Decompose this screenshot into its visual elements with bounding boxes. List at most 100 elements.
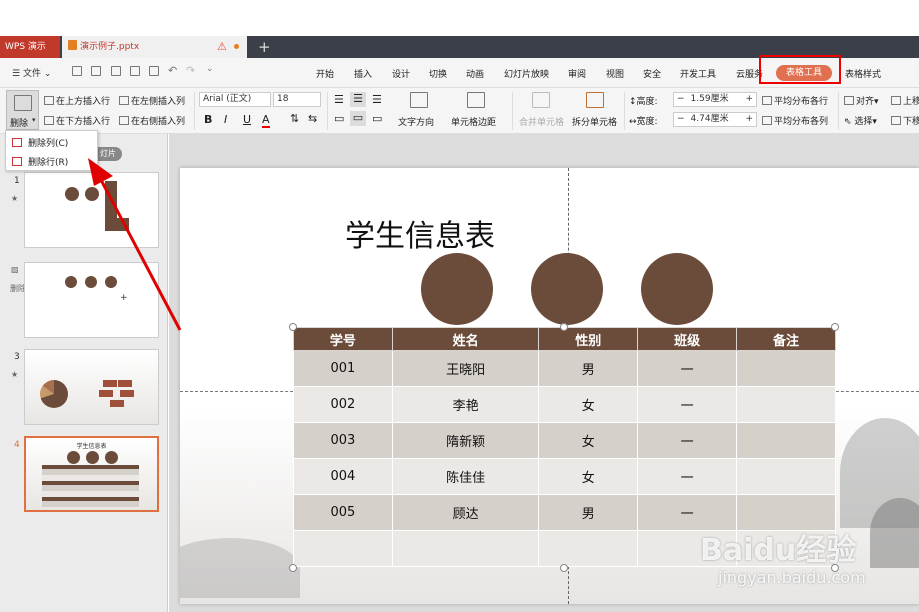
table-cell[interactable] (736, 386, 836, 423)
insert-col-right-button[interactable]: 在右侧插入列 (119, 114, 185, 127)
insert-row-above-button[interactable]: 在上方插入行 (44, 94, 110, 107)
redo-icon[interactable]: ↷ (186, 64, 195, 77)
open-icon[interactable] (72, 66, 82, 76)
text-direction-button[interactable]: 文字方向 (398, 115, 434, 128)
table-cell[interactable]: 001 (293, 350, 393, 387)
print-preview-icon[interactable] (149, 66, 159, 76)
distribute-rows-button[interactable]: 平均分布各行 (762, 94, 828, 107)
text-spacing-icon[interactable]: ⇆ (308, 112, 317, 125)
table-cell[interactable] (736, 458, 836, 495)
align-right-icon[interactable]: ☰ (372, 93, 382, 106)
table-cell[interactable]: 顾达 (391, 494, 540, 531)
table-cell[interactable]: 男 (538, 350, 639, 387)
table-cell[interactable]: 一 (637, 386, 738, 423)
file-menu[interactable]: ☰ 文件 ⌄ (12, 66, 51, 79)
delete-column-item[interactable]: 删除列(C) (12, 136, 68, 149)
menu-item-developer[interactable]: 开发工具 (680, 67, 716, 80)
customize-chevron-icon[interactable]: ⌄ (206, 64, 214, 74)
table-header-cell[interactable]: 性别 (538, 327, 639, 351)
table-header-cell[interactable]: 姓名 (391, 327, 540, 351)
table-cell[interactable] (293, 530, 393, 567)
decorative-circle[interactable] (421, 253, 493, 325)
align-bottom-icon[interactable]: ▭ (372, 112, 382, 125)
plus-icon[interactable]: + (745, 113, 753, 126)
move-down-button[interactable]: 下移 (891, 114, 919, 127)
table-cell[interactable]: 男 (538, 494, 639, 531)
italic-button[interactable]: I (224, 113, 227, 126)
line-spacing-icon[interactable]: ⇅ (290, 112, 299, 125)
save-icon[interactable] (91, 66, 101, 76)
menu-item-design[interactable]: 设计 (392, 67, 410, 80)
table-cell[interactable]: 004 (293, 458, 393, 495)
table-cell[interactable]: 王晓阳 (391, 350, 540, 387)
align-button[interactable]: 对齐▾ (844, 94, 879, 107)
slide-thumbnail-3[interactable] (24, 349, 159, 425)
align-center-icon[interactable]: ☰ (350, 92, 366, 107)
table-cell[interactable]: 女 (538, 458, 639, 495)
font-name-select[interactable]: Arial (正文) (199, 92, 271, 107)
table-cell[interactable] (391, 530, 540, 567)
delete-row-item[interactable]: 删除行(R) (12, 155, 68, 168)
menu-item-review[interactable]: 审阅 (568, 67, 586, 80)
resize-handle[interactable] (289, 323, 297, 331)
merge-cells-button[interactable]: 合并单元格 (519, 115, 564, 128)
slide-thumbnail-4[interactable]: 学生信息表 (24, 436, 159, 512)
table-cell[interactable]: 陈佳佳 (391, 458, 540, 495)
bold-button[interactable]: B (204, 113, 212, 126)
new-tab-plus-icon[interactable]: + (258, 36, 271, 58)
menu-item-view[interactable]: 视图 (606, 67, 624, 80)
cell-margin-button[interactable]: 单元格边距 (451, 115, 496, 128)
resize-handle[interactable] (831, 323, 839, 331)
font-size-select[interactable]: 18 (273, 92, 321, 107)
menu-item-insert[interactable]: 插入 (354, 67, 372, 80)
plus-icon[interactable]: + (745, 93, 753, 106)
align-top-icon[interactable]: ▭ (334, 112, 344, 125)
table-cell[interactable]: 003 (293, 422, 393, 459)
menu-item-transition[interactable]: 切换 (429, 67, 447, 80)
table-cell[interactable]: 一 (637, 350, 738, 387)
table-cell[interactable] (736, 350, 836, 387)
underline-button[interactable]: U (243, 113, 251, 126)
pdf-icon[interactable] (111, 66, 121, 76)
font-color-button[interactable]: A (262, 113, 270, 128)
menu-item-slideshow[interactable]: 幻灯片放映 (504, 67, 549, 80)
table-cell[interactable]: 女 (538, 422, 639, 459)
slide-title[interactable]: 学生信息表 (180, 211, 660, 255)
table-cell[interactable]: 隋新颖 (391, 422, 540, 459)
minus-icon[interactable]: − (677, 114, 685, 124)
table-header-cell[interactable]: 班级 (637, 327, 738, 351)
move-up-button[interactable]: 上移 (891, 94, 919, 107)
insert-row-below-button[interactable]: 在下方插入行 (44, 114, 110, 127)
table-cell[interactable] (736, 422, 836, 459)
resize-handle[interactable] (289, 564, 297, 572)
minus-icon[interactable]: − (677, 94, 685, 104)
delete-button[interactable]: 删除 ▾ (6, 90, 39, 130)
slide-thumbnail-1[interactable] (24, 172, 159, 248)
table-cell[interactable]: 女 (538, 386, 639, 423)
undo-icon[interactable]: ↶ (168, 64, 177, 77)
decorative-circle[interactable] (641, 253, 713, 325)
insert-col-left-button[interactable]: 在左侧插入列 (119, 94, 185, 107)
select-button[interactable]: ⇖ 选择▾ (844, 114, 877, 127)
warning-icon[interactable]: ⚠ (217, 40, 227, 53)
menu-item-start[interactable]: 开始 (316, 67, 334, 80)
slide-thumbnail-2[interactable]: + (24, 262, 159, 338)
table-header-cell[interactable]: 学号 (293, 327, 393, 351)
align-middle-icon[interactable]: ▭ (350, 111, 366, 126)
align-left-icon[interactable]: ☰ (334, 93, 344, 106)
table-cell[interactable] (538, 530, 639, 567)
resize-handle[interactable] (560, 564, 568, 572)
menu-item-animation[interactable]: 动画 (466, 67, 484, 80)
print-icon[interactable] (130, 66, 140, 76)
split-cells-button[interactable]: 拆分单元格 (572, 115, 617, 128)
table-cell[interactable]: 002 (293, 386, 393, 423)
table-cell[interactable]: 一 (637, 422, 738, 459)
app-tab[interactable]: WPS 演示 (0, 36, 60, 58)
resize-handle[interactable] (560, 323, 568, 331)
table-cell[interactable]: 一 (637, 458, 738, 495)
menu-item-security[interactable]: 安全 (643, 67, 661, 80)
table-cell[interactable]: 005 (293, 494, 393, 531)
table-cell[interactable]: 李艳 (391, 386, 540, 423)
decorative-circle[interactable] (531, 253, 603, 325)
distribute-cols-button[interactable]: 平均分布各列 (762, 114, 828, 127)
